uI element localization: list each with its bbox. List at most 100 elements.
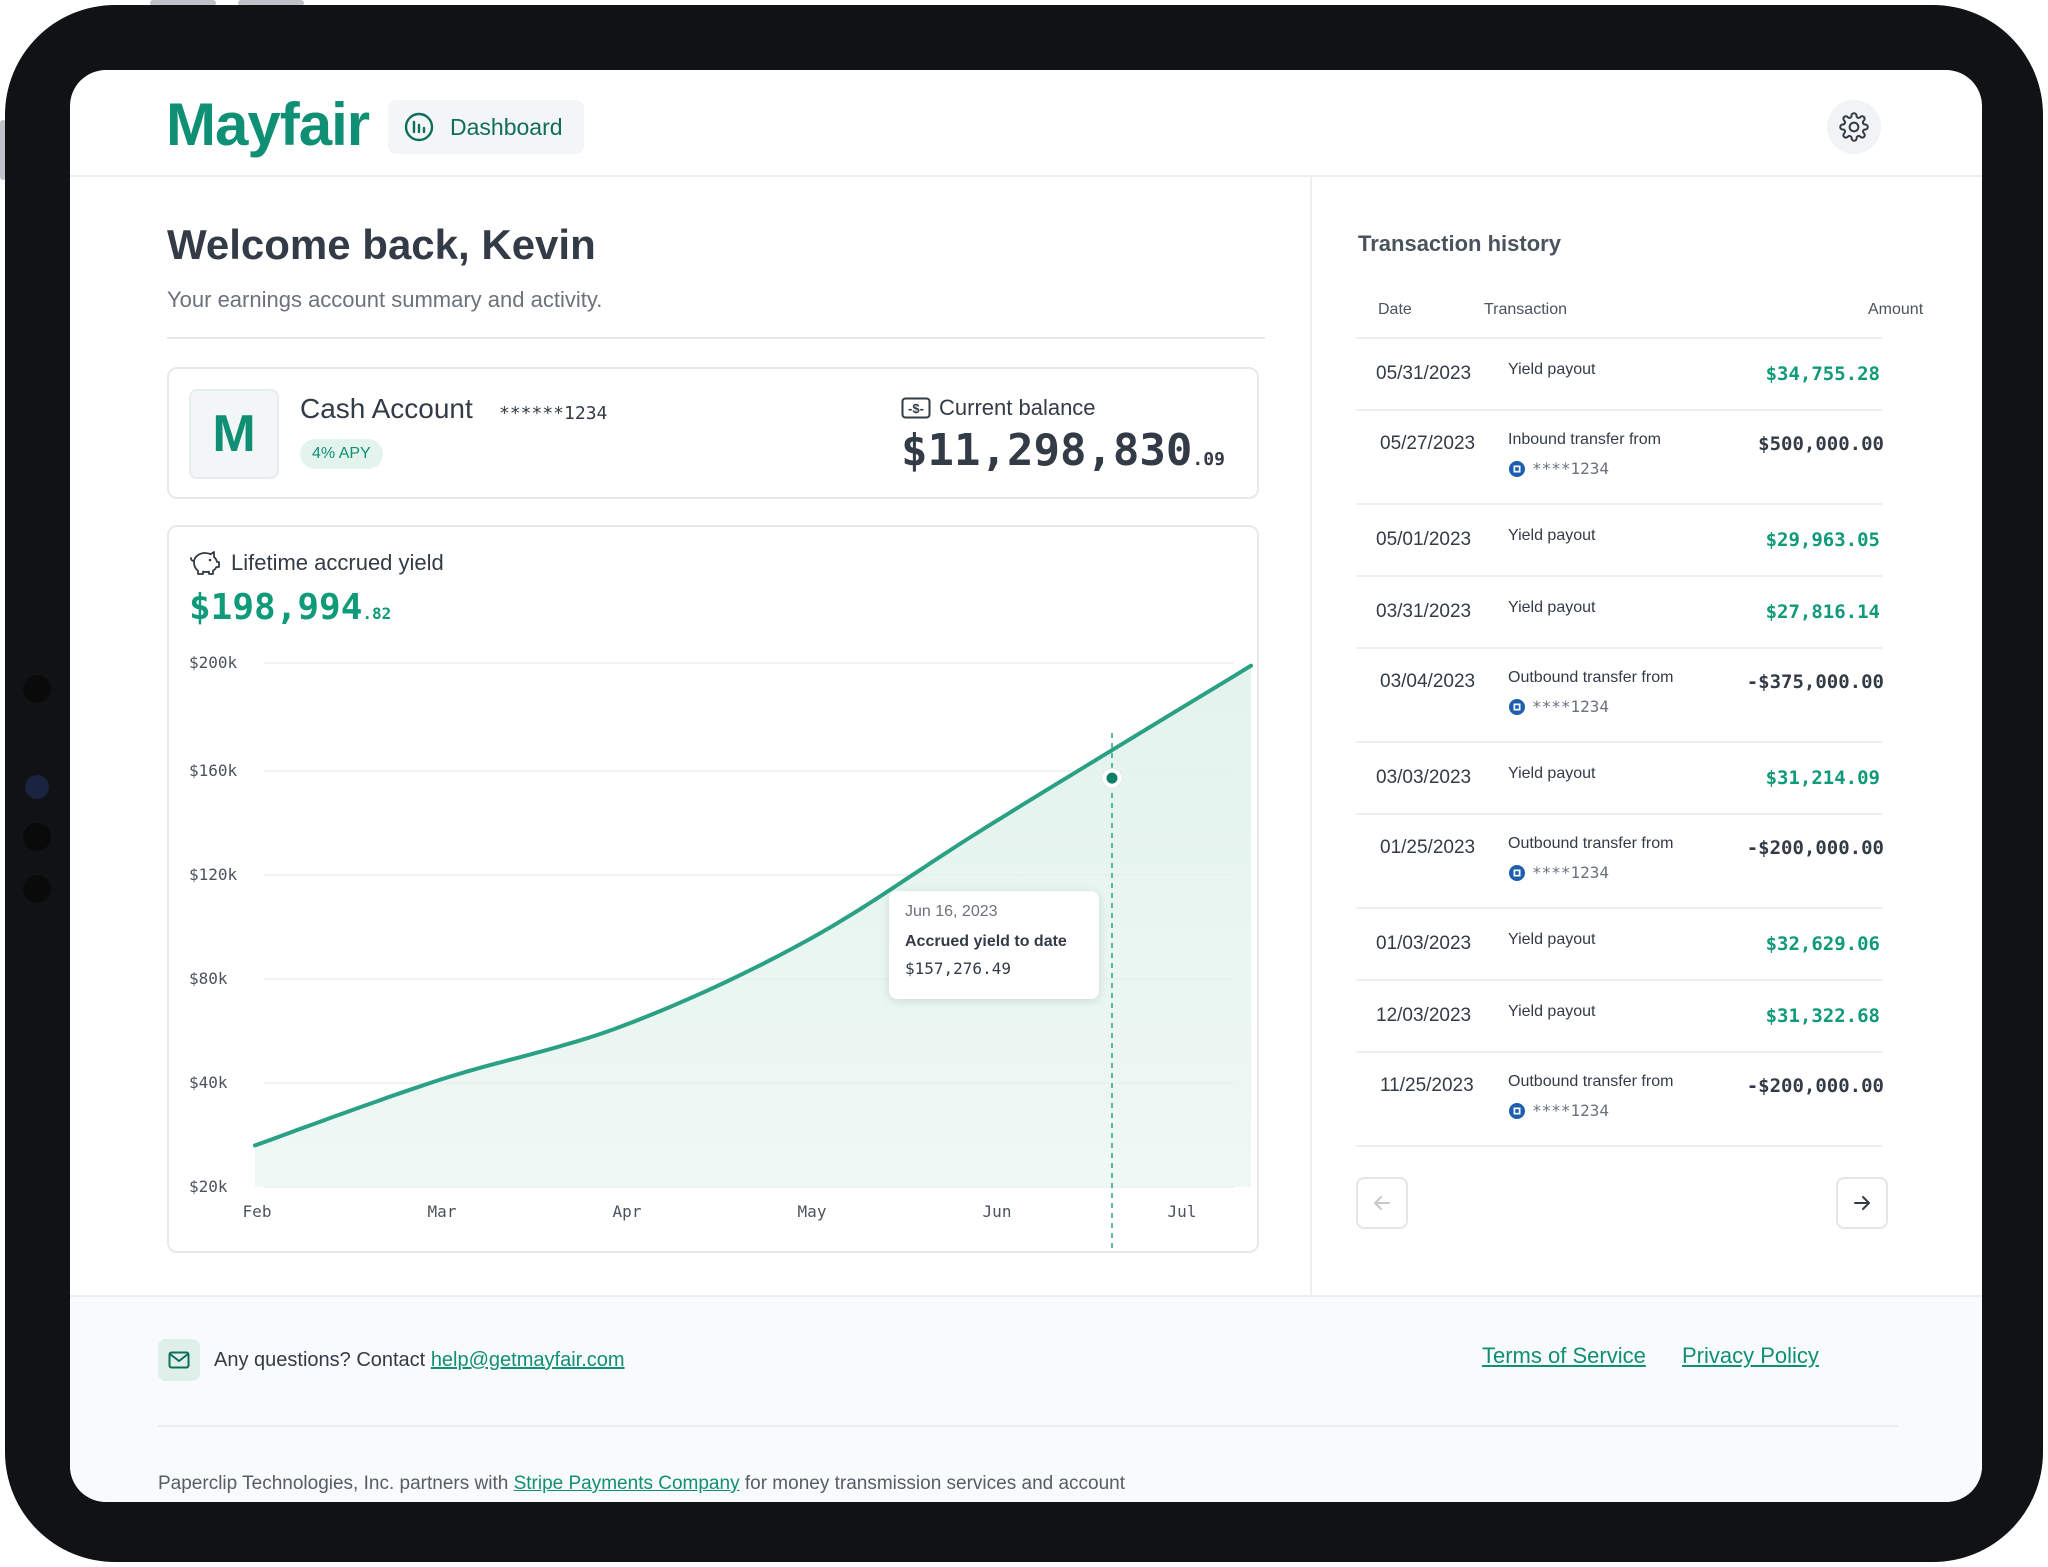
balance-main: $11,298,830	[901, 425, 1193, 476]
svg-text:-$-: -$-	[908, 401, 924, 416]
x-tick-label: May	[798, 1202, 827, 1221]
column-header-transaction: Transaction	[1484, 301, 1567, 318]
y-tick-label: $160k	[189, 761, 238, 780]
balance-label: Current balance	[939, 395, 1096, 420]
footer-divider	[158, 1425, 1898, 1427]
x-tick-label: Apr	[613, 1202, 642, 1221]
transaction-amount: -$375,000.00	[1746, 671, 1884, 693]
balance-cents: .09	[1192, 449, 1225, 470]
x-tick-label: Feb	[243, 1202, 272, 1221]
transaction-account-number: ****1234	[1532, 863, 1610, 882]
transaction-row[interactable]: 05/01/2023 Yield payout $29,963.05	[1312, 505, 1982, 577]
tooltip-label: Accrued yield to date	[905, 933, 1067, 950]
bank-logo-icon	[1509, 1102, 1525, 1119]
transaction-account-number: ****1234	[1532, 697, 1610, 716]
previous-page-button[interactable]	[1356, 1177, 1408, 1229]
column-header-date: Date	[1378, 301, 1412, 318]
yield-area-chart[interactable]: $20k $40k $80k $120k $160k $200k Feb Mar Apr May J…	[169, 527, 1257, 1251]
area-fill	[255, 665, 1251, 1187]
row-divider	[1356, 1145, 1882, 1147]
terms-of-service-link[interactable]: Terms of Service	[1482, 1343, 1646, 1369]
bank-logo-icon	[1509, 864, 1525, 881]
dashboard-nav-button[interactable]: Dashboard	[388, 100, 584, 154]
arrow-right-icon	[1854, 1196, 1870, 1210]
apy-badge: 4% APY	[300, 439, 383, 469]
transaction-date: 03/31/2023	[1376, 601, 1472, 622]
top-header: Mayfair Dashboard	[70, 70, 1982, 177]
transaction-row[interactable]: 03/03/2023 Yield payout $31,214.09	[1312, 743, 1982, 815]
page-title: Welcome back, Kevin	[167, 221, 596, 268]
transaction-amount: -$200,000.00	[1746, 837, 1884, 859]
highlight-point	[1106, 772, 1118, 784]
summary-panel: Welcome back, Kevin Your earnings accoun…	[70, 177, 1310, 1295]
gear-icon	[1839, 112, 1869, 142]
transaction-account-number: ****1234	[1532, 459, 1610, 478]
transaction-account: ****1234	[1508, 863, 1609, 882]
legal-disclosure: Paperclip Technologies, Inc. partners wi…	[158, 1473, 1125, 1495]
transaction-account: ****1234	[1508, 459, 1609, 478]
transaction-row[interactable]: 01/25/2023 Outbound transfer from ****1234…	[1312, 815, 1982, 909]
y-tick-label: $80k	[189, 969, 228, 988]
tooltip-date: Jun 16, 2023	[905, 903, 998, 920]
transaction-date: 05/31/2023	[1376, 363, 1472, 384]
x-tick-label: Jun	[983, 1202, 1012, 1221]
arrow-left-icon	[1374, 1196, 1390, 1210]
transaction-description: Yield payout	[1508, 599, 1596, 616]
transaction-description: Yield payout	[1508, 361, 1596, 378]
transaction-date: 01/25/2023	[1380, 837, 1476, 858]
contact-email-link[interactable]: help@getmayfair.com	[431, 1349, 625, 1371]
account-number: ******1234	[499, 403, 608, 424]
transaction-row[interactable]: 03/31/2023 Yield payout $27,816.14	[1312, 577, 1982, 649]
mayfair-logo[interactable]: Mayfair	[166, 90, 370, 159]
transaction-row[interactable]: 01/03/2023 Yield payout $32,629.06	[1312, 909, 1982, 981]
transaction-date: 03/04/2023	[1380, 671, 1476, 692]
legal-suffix: for money transmission services and acco…	[744, 1473, 1126, 1494]
settings-button[interactable]	[1827, 100, 1881, 154]
device-camera	[23, 675, 51, 703]
section-divider	[167, 337, 1265, 339]
y-tick-label: $20k	[189, 1177, 228, 1196]
transaction-amount: $31,214.09	[1765, 767, 1880, 789]
transaction-account: ****1234	[1508, 1101, 1609, 1120]
transaction-amount: $27,816.14	[1765, 601, 1880, 623]
x-tick-label: Mar	[428, 1202, 457, 1221]
transaction-amount: $34,755.28	[1765, 363, 1880, 385]
next-page-button[interactable]	[1836, 1177, 1888, 1229]
y-tick-label: $120k	[189, 865, 238, 884]
transaction-row[interactable]: 05/27/2023 Inbound transfer from ****1234 $…	[1312, 411, 1982, 505]
page-subtitle: Your earnings account summary and activi…	[167, 287, 603, 312]
account-avatar: M	[189, 389, 279, 479]
transaction-history-title: Transaction history	[1358, 231, 1561, 256]
transaction-description: Yield payout	[1508, 527, 1596, 544]
transaction-description: Yield payout	[1508, 931, 1596, 948]
cash-icon: -$-	[901, 397, 931, 419]
transaction-date: 03/03/2023	[1376, 767, 1472, 788]
transaction-amount: $31,322.68	[1765, 1005, 1880, 1027]
transaction-row[interactable]: 05/31/2023 Yield payout $34,755.28	[1312, 339, 1982, 411]
transaction-row[interactable]: 12/03/2023 Yield payout $31,322.68	[1312, 981, 1982, 1053]
transaction-date: 01/03/2023	[1376, 933, 1472, 954]
transaction-row[interactable]: 03/04/2023 Outbound transfer from ****1234…	[1312, 649, 1982, 743]
transaction-description: Yield payout	[1508, 1003, 1596, 1020]
transaction-history-panel: Transaction history Date Transaction Amo…	[1310, 177, 1982, 1295]
transaction-amount: $29,963.05	[1765, 529, 1880, 551]
bank-logo-icon	[1509, 698, 1525, 715]
transaction-amount: $500,000.00	[1758, 433, 1884, 455]
contact-prefix: Any questions? Contact	[214, 1349, 426, 1371]
transaction-description: Outbound transfer from	[1508, 835, 1674, 852]
contact-text: Any questions? Contact help@getmayfair.c…	[214, 1349, 625, 1372]
privacy-policy-link[interactable]: Privacy Policy	[1682, 1343, 1819, 1369]
transaction-row[interactable]: 11/25/2023 Outbound transfer from ****1234…	[1312, 1053, 1982, 1147]
transaction-description: Inbound transfer from	[1508, 431, 1661, 448]
device-sensor	[23, 823, 51, 851]
dashboard-nav-label: Dashboard	[450, 113, 563, 140]
legal-prefix: Paperclip Technologies, Inc. partners wi…	[158, 1473, 509, 1494]
stripe-link[interactable]: Stripe Payments Company	[514, 1473, 740, 1494]
column-header-amount: Amount	[1868, 301, 1924, 318]
transaction-description: Outbound transfer from	[1508, 1073, 1674, 1090]
app-screen: Mayfair Dashboard Welcome back, Kevin Yo…	[70, 70, 1982, 1502]
y-tick-label: $200k	[189, 653, 238, 672]
current-balance: $11,298,830.09	[901, 425, 1225, 476]
device-sensor	[23, 875, 51, 903]
transaction-account-number: ****1234	[1532, 1101, 1610, 1120]
